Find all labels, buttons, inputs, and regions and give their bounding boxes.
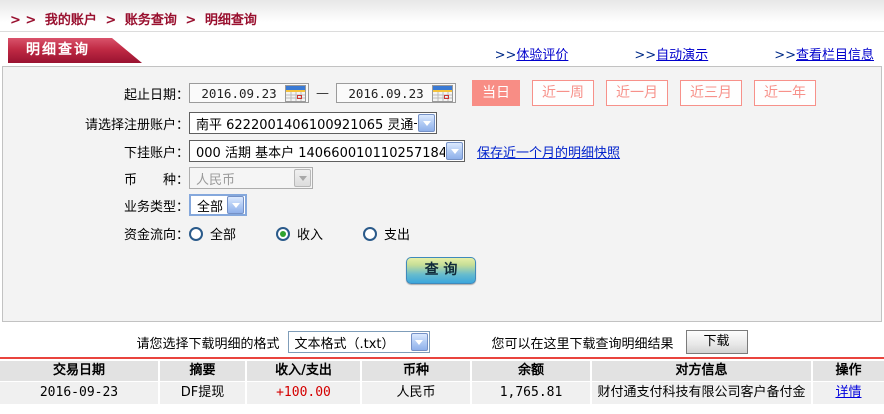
radio-icon	[363, 227, 377, 241]
quick-range-today-button[interactable]: 当日	[472, 80, 520, 106]
register-account-row: 请选择注册账户： 南平 6222001406100921065 灵通卡	[3, 112, 881, 134]
end-date-input[interactable]: 2016.09.23	[336, 83, 456, 103]
business-type-select[interactable]: 全部	[189, 194, 247, 216]
save-snapshot-link[interactable]: 保存近一个月的明细快照	[477, 142, 620, 161]
download-row: 请您选择下载明细的格式 文本格式（.txt） 您可以在这里下载查询明细结果 下载	[0, 330, 884, 354]
table-row: 2016-09-23 DF提现 +100.00 人民币 1,765.81 财付通…	[0, 381, 884, 404]
date-range-label: 起止日期：	[3, 84, 189, 103]
breadcrumb-divider	[0, 31, 884, 32]
radio-checked-icon	[276, 227, 290, 241]
chevron-down-icon[interactable]	[446, 142, 463, 160]
currency-row: 币 种： 人民币	[3, 167, 881, 189]
link-prefix: >>	[495, 48, 517, 63]
currency-label: 币 种：	[3, 169, 189, 188]
fund-flow-label: 资金流向：	[3, 224, 189, 243]
col-header-date: 交易日期	[0, 361, 160, 381]
link-prefix: >>	[634, 48, 656, 63]
cell-action: 详情	[813, 382, 884, 404]
link-view-column-info[interactable]: >>查看栏目信息	[774, 44, 874, 63]
sub-account-value: 000 活期 基本户 1406600101102571848	[190, 142, 445, 161]
link-auto-demo[interactable]: >>自动演示	[634, 44, 708, 63]
calendar-icon[interactable]	[432, 85, 453, 102]
link-label: 体验评价	[516, 48, 568, 63]
query-button[interactable]: 查 询	[406, 257, 476, 284]
currency-value: 人民币	[190, 169, 293, 188]
chevron-down-icon[interactable]	[227, 196, 244, 214]
breadcrumb-separator: >	[105, 13, 116, 28]
fund-flow-income-radio[interactable]: 收入	[276, 224, 323, 243]
quick-range-3months-button[interactable]: 近三月	[680, 80, 742, 106]
breadcrumb-item-account-query[interactable]: 账务查询	[125, 13, 177, 28]
table-header-row: 交易日期 摘要 收入/支出 币种 余额 对方信息 操作	[0, 361, 884, 381]
cell-balance: 1,765.81	[472, 382, 592, 404]
fund-flow-expense-radio[interactable]: 支出	[363, 224, 410, 243]
end-date-value: 2016.09.23	[343, 86, 429, 101]
breadcrumb-item-detail-query[interactable]: 明细查询	[205, 13, 257, 28]
start-date-value: 2016.09.23	[196, 86, 282, 101]
tab-detail-query[interactable]: 明细查询	[8, 38, 142, 63]
detail-link[interactable]: 详情	[835, 385, 861, 400]
detail-query-page: > > 我的账户 > 账务查询 > 明细查询 明细查询 >>体验评价 >>自动演…	[0, 0, 884, 414]
sub-account-row: 下挂账户： 000 活期 基本户 1406600101102571848 保存近…	[3, 140, 881, 162]
cell-amount: +100.00	[247, 382, 362, 404]
col-header-summary: 摘要	[160, 361, 247, 381]
quick-range-year-button[interactable]: 近一年	[754, 80, 816, 106]
quick-range-week-button[interactable]: 近一周	[532, 80, 594, 106]
download-format-select[interactable]: 文本格式（.txt）	[288, 331, 430, 353]
register-account-label: 请选择注册账户：	[3, 114, 189, 133]
start-date-input[interactable]: 2016.09.23	[189, 83, 309, 103]
col-header-amount: 收入/支出	[247, 361, 362, 381]
col-header-action: 操作	[813, 361, 884, 381]
link-label: 查看栏目信息	[796, 48, 874, 63]
radio-icon	[189, 227, 203, 241]
link-label: 自动演示	[656, 48, 708, 63]
download-hint: 您可以在这里下载查询明细结果	[492, 333, 674, 352]
quick-range-month-button[interactable]: 近一月	[606, 80, 668, 106]
download-format-value: 文本格式（.txt）	[289, 333, 410, 352]
currency-select: 人民币	[189, 167, 313, 189]
breadcrumb-prefix: > >	[10, 13, 36, 28]
cell-counterparty: 财付通支付科技有限公司客户备付金	[592, 382, 813, 404]
register-account-select[interactable]: 南平 6222001406100921065 灵通卡	[189, 112, 437, 134]
cell-date: 2016-09-23	[0, 382, 160, 404]
business-type-value: 全部	[191, 196, 226, 215]
radio-label: 支出	[384, 224, 410, 243]
date-range-separator: —	[316, 86, 329, 101]
cell-summary: DF提现	[160, 382, 247, 404]
calendar-icon[interactable]	[285, 85, 306, 102]
link-prefix: >>	[774, 48, 796, 63]
download-button[interactable]: 下载	[686, 330, 748, 354]
fund-flow-row: 资金流向： 全部 收入 支出	[3, 224, 881, 243]
result-table: 交易日期 摘要 收入/支出 币种 余额 对方信息 操作 2016-09-23 D…	[0, 361, 884, 404]
sub-account-select[interactable]: 000 活期 基本户 1406600101102571848	[189, 140, 465, 162]
link-experience-feedback[interactable]: >>体验评价	[495, 44, 569, 63]
table-top-divider	[0, 357, 884, 359]
fund-flow-radio-group: 全部 收入 支出	[189, 224, 450, 243]
register-account-value: 南平 6222001406100921065 灵通卡	[190, 114, 417, 133]
sub-account-label: 下挂账户：	[3, 142, 189, 161]
download-format-label: 请您选择下载明细的格式	[136, 333, 279, 352]
date-range-row: 起止日期： 2016.09.23 — 2016.09.23	[3, 80, 881, 106]
header-links: >>体验评价 >>自动演示 >>查看栏目信息	[495, 44, 874, 63]
radio-label: 全部	[210, 224, 236, 243]
chevron-down-icon[interactable]	[411, 333, 428, 351]
breadcrumb: > > 我的账户 > 账务查询 > 明细查询	[10, 9, 261, 28]
breadcrumb-separator: >	[185, 13, 196, 28]
breadcrumb-item-my-account[interactable]: 我的账户	[45, 13, 97, 28]
fund-flow-all-radio[interactable]: 全部	[189, 224, 236, 243]
chevron-down-icon	[294, 169, 311, 187]
radio-label: 收入	[297, 224, 323, 243]
business-type-label: 业务类型：	[3, 196, 189, 215]
col-header-balance: 余额	[472, 361, 592, 381]
query-form-panel: 起止日期： 2016.09.23 — 2016.09.23	[2, 66, 882, 322]
business-type-row: 业务类型： 全部	[3, 194, 881, 216]
chevron-down-icon[interactable]	[418, 114, 435, 132]
col-header-counterparty: 对方信息	[592, 361, 813, 381]
cell-currency: 人民币	[362, 382, 472, 404]
col-header-currency: 币种	[362, 361, 472, 381]
